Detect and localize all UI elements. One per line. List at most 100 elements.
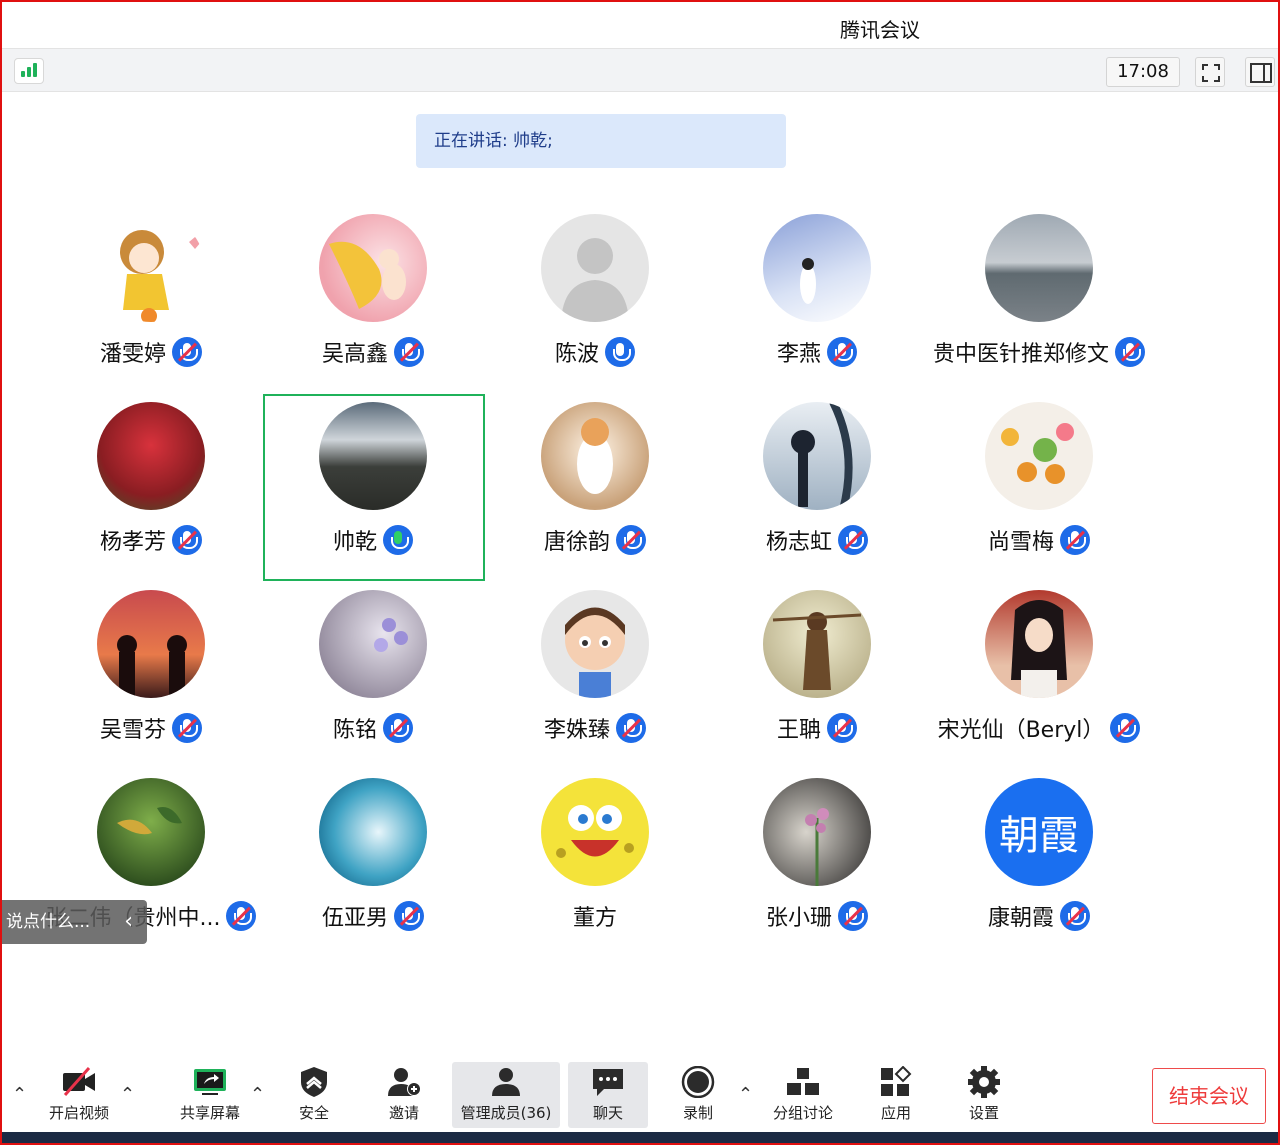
mic-muted-icon — [1110, 713, 1141, 743]
add-user-icon — [386, 1066, 422, 1098]
avatar — [97, 590, 205, 698]
participant-tile[interactable]: 王聃 — [706, 590, 928, 778]
mic-muted-icon — [1115, 337, 1145, 367]
participant-name: 李燕 — [776, 342, 821, 367]
mic-muted-icon — [172, 713, 202, 743]
apps-icon — [878, 1065, 914, 1098]
end-meeting-button[interactable]: 结束会议 — [1152, 1068, 1266, 1124]
chat-quick-input[interactable]: 说点什么... ‹ — [2, 900, 147, 944]
chat-icon — [590, 1066, 626, 1098]
avatar-initials: 朝霞 — [999, 813, 1079, 859]
participant-name: 张小珊 — [765, 906, 832, 931]
participant-name: 唐徐韵 — [543, 530, 610, 555]
sidebar-toggle-icon[interactable] — [1245, 57, 1275, 87]
participant-tile[interactable]: 陈波 — [484, 214, 706, 402]
security-label: 安全 — [298, 1104, 329, 1122]
participant-tile[interactable]: 杨志虹 — [706, 402, 928, 590]
chevron-up-icon[interactable]: ⌃ — [738, 1084, 753, 1105]
speaking-banner: 正在讲话: 帅乾; — [416, 114, 786, 168]
participant-name: 贵中医针推郑修文 — [932, 342, 1109, 367]
participant-tile[interactable]: 吴雪芬 — [40, 590, 262, 778]
mic-muted-icon — [616, 525, 646, 555]
mic-muted-icon — [226, 901, 257, 931]
participant-tile[interactable]: 帅乾 — [262, 402, 484, 590]
chevron-left-icon[interactable]: ‹ — [124, 900, 133, 944]
participant-tile[interactable]: 唐徐韵 — [484, 402, 706, 590]
participant-name: 杨孝芳 — [99, 530, 166, 555]
share-screen-icon — [192, 1066, 228, 1098]
manage-members-button[interactable]: 管理成员(36) — [452, 1062, 560, 1128]
mic-muted-icon — [394, 901, 424, 931]
mic-muted-icon — [383, 713, 413, 743]
invite-button[interactable]: 邀请 — [374, 1062, 434, 1128]
avatar — [319, 214, 427, 322]
mic-muted-icon — [172, 337, 202, 367]
avatar — [985, 402, 1093, 510]
settings-label: 设置 — [968, 1104, 999, 1122]
participant-tile[interactable]: 朝霞 康朝霞 — [928, 778, 1150, 966]
shield-icon — [296, 1066, 332, 1098]
avatar — [763, 778, 871, 886]
participant-tile[interactable]: 陈铭 — [262, 590, 484, 778]
mic-muted-icon — [616, 713, 646, 743]
video-button[interactable]: 开启视频 — [40, 1062, 118, 1128]
participant-name: 王聃 — [776, 718, 821, 743]
participant-name: 伍亚男 — [321, 906, 388, 931]
participant-tile[interactable]: 吴高鑫 — [262, 214, 484, 402]
default-avatar-icon — [541, 214, 649, 322]
settings-button[interactable]: 设置 — [954, 1062, 1014, 1128]
meeting-clock: 17:08 — [1106, 57, 1180, 87]
avatar — [97, 778, 205, 886]
participant-name: 尚雪梅 — [987, 530, 1054, 555]
text-avatar: 朝霞 — [985, 778, 1093, 886]
participant-name: 吴高鑫 — [321, 342, 388, 367]
mic-muted-icon — [838, 525, 868, 555]
taskbar-strip — [2, 1132, 1278, 1143]
chevron-up-icon[interactable]: ⌃ — [250, 1084, 265, 1105]
participant-tile[interactable]: 贵中医针推郑修文 — [928, 214, 1150, 402]
participant-tile[interactable]: 李燕 — [706, 214, 928, 402]
window-title: 腾讯会议 — [840, 18, 920, 42]
participant-tile[interactable]: 张小珊 — [706, 778, 928, 966]
record-button[interactable]: 录制 — [668, 1062, 728, 1128]
mic-muted-icon — [1060, 901, 1090, 931]
fullscreen-icon[interactable] — [1195, 57, 1225, 87]
chat-button[interactable]: 聊天 — [568, 1062, 648, 1128]
participant-tile[interactable]: 宋光仙（Beryl） — [928, 590, 1150, 778]
members-label: 管理成员(36) — [460, 1104, 552, 1122]
chat-label: 聊天 — [592, 1104, 623, 1122]
participant-tile[interactable]: 潘雯婷 — [40, 214, 262, 402]
mic-muted-icon — [827, 337, 857, 367]
mic-muted-icon — [1060, 525, 1090, 555]
participant-name: 帅乾 — [332, 530, 377, 555]
apps-button[interactable]: 应用 — [866, 1062, 926, 1128]
avatar — [985, 590, 1093, 698]
participant-name: 陈波 — [554, 342, 599, 367]
avatar — [763, 214, 871, 322]
participant-name: 潘雯婷 — [99, 342, 166, 367]
avatar — [97, 214, 205, 322]
bottom-toolbar: ⌃ 开启视频 ⌃ 共享屏幕 ⌃ 安全 邀请 管理成员(36) 聊天 录制 ⌃ 分… — [2, 1058, 1278, 1132]
participant-tile[interactable]: 董方 — [484, 778, 706, 966]
participant-tile[interactable]: 李姝臻 — [484, 590, 706, 778]
participant-tile[interactable]: 伍亚男 — [262, 778, 484, 966]
participant-name: 李姝臻 — [543, 718, 610, 743]
chevron-up-icon[interactable]: ⌃ — [12, 1084, 27, 1105]
security-button[interactable]: 安全 — [284, 1062, 344, 1128]
mic-muted-icon — [394, 337, 424, 367]
participant-name: 吴雪芬 — [99, 718, 166, 743]
record-label: 录制 — [682, 1104, 713, 1122]
participant-tile[interactable]: 尚雪梅 — [928, 402, 1150, 590]
mic-speaking-icon — [383, 525, 413, 555]
network-signal-icon[interactable] — [14, 58, 44, 84]
title-bar: 腾讯会议 — [2, 2, 1278, 48]
video-label: 开启视频 — [48, 1104, 109, 1122]
top-toolbar: 17:08 — [2, 48, 1278, 92]
invite-label: 邀请 — [388, 1104, 419, 1122]
participant-tile[interactable]: 杨孝芳 — [40, 402, 262, 590]
chevron-up-icon[interactable]: ⌃ — [120, 1084, 135, 1105]
avatar — [541, 778, 649, 886]
participant-name: 杨志虹 — [765, 530, 832, 555]
breakout-rooms-button[interactable]: 分组讨论 — [764, 1062, 842, 1128]
share-screen-button[interactable]: 共享屏幕 — [170, 1062, 250, 1128]
